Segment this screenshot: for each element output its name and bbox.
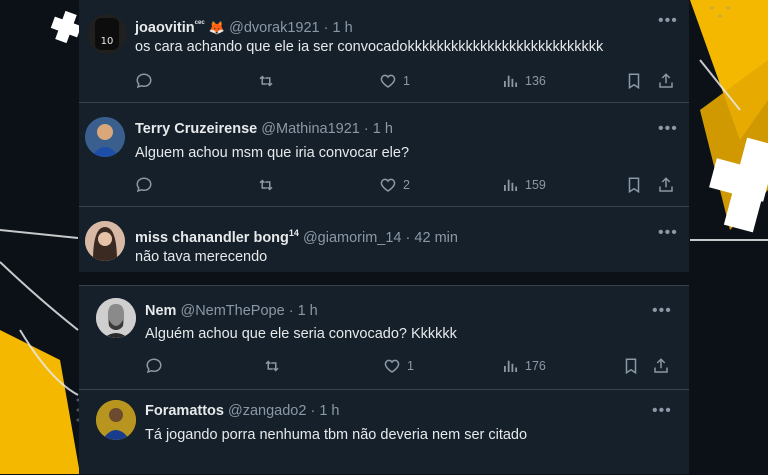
tweet-item[interactable]: miss chanandler bong14 @giamorim_14 · 42… <box>79 207 689 272</box>
handle[interactable]: @giamorim_14 <box>303 230 402 246</box>
share-icon <box>659 177 673 192</box>
views-icon <box>504 179 518 191</box>
avatar[interactable] <box>96 298 136 338</box>
view-count: 136 <box>525 74 546 88</box>
like-count: 2 <box>403 178 410 192</box>
views-button[interactable]: 159 <box>501 175 546 195</box>
tweet-header: joaovitinᶜᵉᶜ 🦊 @dvorak1921 · 1 h <box>135 18 353 36</box>
avatar[interactable] <box>85 221 125 261</box>
bookmark-button[interactable] <box>622 356 640 376</box>
more-options-icon[interactable]: ••• <box>652 303 672 319</box>
tweet-header: miss chanandler bong14 @giamorim_14 · 42… <box>135 228 458 246</box>
more-options-icon[interactable]: ••• <box>658 13 678 29</box>
timestamp[interactable]: 1 h <box>373 121 393 137</box>
tweet-actions: 1 176 <box>145 356 675 376</box>
like-count: 1 <box>407 359 414 373</box>
avatar[interactable]: 10 <box>87 14 127 54</box>
name-badge: 14 <box>288 228 299 238</box>
view-count: 176 <box>525 359 546 373</box>
share-icon <box>659 73 673 88</box>
tweet-header: Nem @NemThePope · 1 h <box>145 303 318 319</box>
display-name[interactable]: Foramattos <box>145 403 224 419</box>
views-button[interactable]: 136 <box>501 71 546 91</box>
reply-icon <box>136 177 152 193</box>
tweet-item[interactable]: Terry Cruzeirense @Mathina1921 · 1 h •••… <box>79 103 689 207</box>
share-button[interactable] <box>652 356 670 376</box>
retweet-icon <box>265 360 279 372</box>
tweet-text: Alguém achou que ele seria convocado? Kk… <box>145 326 457 342</box>
bookmark-button[interactable] <box>625 71 643 91</box>
reply-button[interactable] <box>135 175 153 195</box>
tweet-actions: 1 136 <box>135 71 675 91</box>
tweet-header: Terry Cruzeirense @Mathina1921 · 1 h <box>135 121 393 137</box>
tweet-actions: 2 159 <box>135 175 675 195</box>
display-name[interactable]: miss chanandler bong <box>135 230 289 246</box>
display-name[interactable]: Terry Cruzeirense <box>135 121 257 137</box>
tweet-card-2: Nem @NemThePope · 1 h ••• Alguém achou q… <box>79 285 689 474</box>
more-options-icon[interactable]: ••• <box>658 225 678 241</box>
name-badge: ᶜᵉᶜ <box>194 18 205 28</box>
share-icon <box>654 358 668 373</box>
tweet-text: os cara achando que ele ia ser convocado… <box>135 39 604 55</box>
tweet-card-1: 10 joaovitinᶜᵉᶜ 🦊 @dvorak1921 · 1 h ••• … <box>79 0 689 272</box>
reply-icon <box>146 358 162 374</box>
bookmark-icon <box>628 177 640 194</box>
reply-button[interactable] <box>145 356 163 376</box>
bookmark-button[interactable] <box>625 175 643 195</box>
fox-emoji: 🦊 <box>208 19 226 35</box>
heart-icon <box>384 359 400 373</box>
timestamp[interactable]: 1 h <box>319 403 339 419</box>
views-icon <box>504 75 518 87</box>
avatar[interactable] <box>96 400 136 440</box>
tweet-text: Alguem achou msm que iria convocar ele? <box>135 145 410 161</box>
heart-icon <box>380 74 396 88</box>
timestamp[interactable]: 1 h <box>298 303 318 319</box>
timestamp[interactable]: 1 h <box>333 20 353 36</box>
retweet-icon <box>259 75 273 87</box>
timestamp[interactable]: 42 min <box>414 230 458 246</box>
like-button[interactable]: 2 <box>379 175 410 195</box>
more-options-icon[interactable]: ••• <box>658 121 678 137</box>
view-count: 159 <box>525 178 546 192</box>
bookmark-icon <box>625 358 637 375</box>
handle[interactable]: @zangado2 <box>228 403 306 419</box>
handle[interactable]: @NemThePope <box>180 303 284 319</box>
retweet-icon <box>259 179 273 191</box>
tweet-text: Tá jogando porra nenhuma tbm não deveria… <box>145 427 528 443</box>
retweet-button[interactable] <box>257 175 275 195</box>
like-count: 1 <box>403 74 410 88</box>
bookmark-icon <box>628 73 640 90</box>
more-options-icon[interactable]: ••• <box>652 403 672 419</box>
retweet-button[interactable] <box>263 356 281 376</box>
display-name[interactable]: joaovitin <box>135 20 195 36</box>
like-button[interactable]: 1 <box>379 71 410 91</box>
views-icon <box>504 360 518 372</box>
tweet-item[interactable]: Nem @NemThePope · 1 h ••• Alguém achou q… <box>79 286 689 390</box>
tweet-header: Foramattos @zangado2 · 1 h <box>145 403 340 419</box>
tweet-item[interactable]: 10 joaovitinᶜᵉᶜ 🦊 @dvorak1921 · 1 h ••• … <box>79 0 689 103</box>
reply-button[interactable] <box>135 71 153 91</box>
tweet-item[interactable]: Foramattos @zangado2 · 1 h ••• Tá jogand… <box>79 390 689 475</box>
tweet-text: não tava merecendo <box>135 249 268 265</box>
views-button[interactable]: 176 <box>501 356 546 376</box>
heart-icon <box>380 178 396 192</box>
handle[interactable]: @Mathina1921 <box>261 121 360 137</box>
reply-icon <box>136 73 152 89</box>
share-button[interactable] <box>657 175 675 195</box>
avatar[interactable] <box>85 117 125 157</box>
handle[interactable]: @dvorak1921 <box>229 20 320 36</box>
display-name[interactable]: Nem <box>145 303 176 319</box>
svg-text:10: 10 <box>101 36 114 47</box>
share-button[interactable] <box>657 71 675 91</box>
retweet-button[interactable] <box>257 71 275 91</box>
like-button[interactable]: 1 <box>383 356 414 376</box>
